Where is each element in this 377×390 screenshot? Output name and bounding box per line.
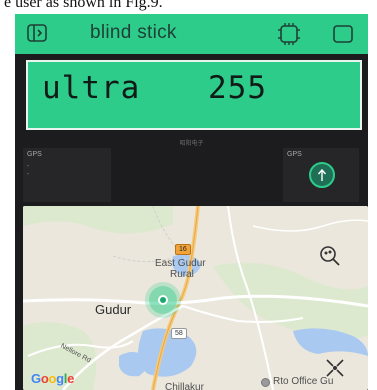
back-square-icon[interactable]: [25, 23, 49, 43]
map-tiles: [23, 206, 368, 390]
gps-stream-label: GPS: [27, 151, 42, 158]
place-east-gudur: East Gudur: [155, 258, 206, 269]
google-logo-letter: g: [56, 371, 64, 386]
brand-text: 昭阳电子: [179, 141, 204, 147]
location-dot: [158, 295, 168, 305]
display-label: ultra: [42, 70, 141, 106]
place-chillakur: Chillakur: [165, 382, 204, 390]
current-location-marker: [149, 286, 177, 314]
dashboard: ultra 255 昭阳电子 GPS - - GPS 16 58 East Gu…: [15, 54, 368, 390]
road-58-badge: 58: [171, 328, 187, 339]
place-rural: Rural: [170, 269, 194, 280]
google-logo-letter: G: [31, 371, 41, 386]
my-location-crosshair-icon[interactable]: [319, 352, 351, 384]
value-display-widget[interactable]: ultra 255: [26, 60, 362, 130]
gps-button[interactable]: [309, 162, 335, 188]
google-logo-letter: e: [67, 371, 75, 386]
gps-trigger-label: GPS: [287, 151, 302, 158]
gps-stream-line: -: [27, 171, 30, 178]
location-search-icon[interactable]: [315, 240, 347, 272]
caption-text: e user as shown in Fig.9.: [4, 0, 163, 11]
gps-arrow-icon: [317, 168, 327, 181]
window-square-icon[interactable]: [331, 22, 355, 46]
place-gudur: Gudur: [95, 302, 132, 317]
phone-screen: blind stick ultra 255 昭阳电子 GPS - - GPS 1…: [15, 14, 368, 390]
road-16-badge: 16: [175, 244, 191, 255]
gps-stream-line: -: [27, 163, 30, 170]
app-title: blind stick: [90, 22, 177, 43]
poi-pin-icon: [261, 378, 270, 387]
gps-stream-widget[interactable]: GPS - -: [23, 148, 111, 202]
display-value: 255: [208, 70, 267, 106]
app-bar: blind stick: [15, 14, 368, 54]
google-logo-letter: o: [48, 371, 57, 386]
figure-caption: e user as shown in Fig.9.: [0, 0, 377, 14]
map-widget[interactable]: 16 58 East Gudur Rural Gudur Chillakur R…: [23, 206, 368, 390]
gps-trigger-widget[interactable]: GPS: [283, 148, 359, 202]
device-chip-icon[interactable]: [277, 22, 301, 46]
google-logo: Google: [31, 371, 74, 386]
